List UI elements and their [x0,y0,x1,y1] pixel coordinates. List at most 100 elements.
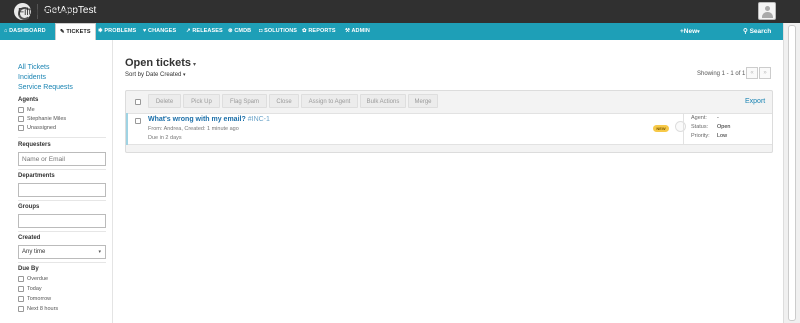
due-option-overdue[interactable]: Overdue [18,276,48,282]
bulk-actions-button[interactable]: Bulk Actions [360,94,406,108]
checkbox[interactable] [18,116,24,122]
divider [18,231,106,232]
status-label: Status: [691,124,709,130]
scrollbar-thumb[interactable] [788,25,796,321]
filter-title: Filter Tickets [18,7,75,18]
nav-cmdb[interactable]: ⊛ CMDB [228,23,251,40]
nav-reports[interactable]: ✿ REPORTS [302,23,336,40]
nav-label: CHANGES [148,28,177,34]
new-button[interactable]: +New▾ [680,23,700,40]
agent-option-unassigned[interactable]: Unassigned [18,125,56,131]
nav-changes[interactable]: ♥ CHANGES [143,23,176,40]
requesters-input[interactable] [18,152,106,166]
link-all-tickets[interactable]: All Tickets [18,64,50,71]
admin-icon: ⚒ [345,28,351,34]
pick-up-button[interactable]: Pick Up [183,94,220,108]
status-badge: NEW [653,125,669,132]
checkbox[interactable] [18,125,24,131]
agent-option-stephanie[interactable]: Stephanie Miles [18,116,66,122]
nav-problems[interactable]: ✱ PROBLEMS [98,23,136,40]
search-icon: ⚲ [743,28,748,35]
nav-solutions[interactable]: ◘ SOLUTIONS [259,23,297,40]
divider [18,200,106,201]
export-link[interactable]: Export [745,98,765,105]
pagination-summary: Showing 1 - 1 of 1 [697,71,746,77]
search-button[interactable]: ⚲ Search [743,23,771,40]
due-option-today[interactable]: Today [18,286,42,292]
assign-to-agent-button[interactable]: Assign to Agent [301,94,358,108]
checkbox[interactable] [18,306,24,312]
flag-spam-button[interactable]: Flag Spam [222,94,267,108]
nav-label: SOLUTIONS [264,28,298,34]
ticket-meta: From: Andrea, Created: 1 minute ago [148,126,239,132]
agent-label: Agent: [691,115,707,121]
nav-dashboard[interactable]: ⌂ DASHBOARD [4,23,46,40]
groups-heading: Groups [18,204,40,210]
priority-value[interactable]: Low [717,133,727,139]
chevron-down-icon: ▾ [98,249,101,255]
nav-label: RELEASES [192,28,223,34]
option-label: Overdue [27,276,49,282]
option-label: Next 8 hours [27,306,59,312]
departments-input[interactable] [18,183,106,197]
ticket-subject: What's wrong with my email? [148,116,246,123]
created-heading: Created [18,235,41,241]
next-page-button[interactable]: » [759,67,771,79]
top-bar: GetAppTest [0,0,800,23]
due-option-tomorrow[interactable]: Tomorrow [18,296,51,302]
chevron-down-icon: ▾ [183,72,186,78]
rocket-icon: ↗ [186,28,191,34]
ticket-title-link[interactable]: What's wrong with my email? #INC-1 [148,116,270,123]
divider [18,169,106,170]
divider [18,137,106,138]
sort-label: Sort by Date Created [125,72,182,78]
view-title[interactable]: Open tickets ▾ [125,57,196,69]
ticket-checkbox[interactable] [135,118,141,124]
departments-heading: Departments [18,173,55,179]
bulb-icon: ◘ [259,28,263,34]
merge-button[interactable]: Merge [408,94,438,108]
divider [18,262,106,263]
sort-dropdown[interactable]: Sort by Date Created ▾ [125,72,186,78]
reports-icon: ✿ [302,28,307,34]
checkbox[interactable] [18,107,24,113]
option-label: Me [27,107,35,113]
nav-tickets[interactable]: ✎ TICKETS [55,23,96,40]
checkbox[interactable] [18,276,24,282]
link-incidents[interactable]: Incidents [18,74,46,81]
home-icon: ⌂ [4,28,8,34]
option-label: Stephanie Miles [27,116,67,122]
delete-button[interactable]: Delete [148,94,181,108]
checkbox[interactable] [18,286,24,292]
nav-label: DASHBOARD [9,28,46,34]
nav-label: TICKETS [66,29,91,35]
cmdb-icon: ⊛ [228,28,233,34]
agent-value[interactable]: - [717,115,719,121]
nav-releases[interactable]: ↗ RELEASES [186,23,223,40]
chevron-down-icon: ▾ [193,62,197,68]
checkbox[interactable] [18,296,24,302]
option-label: Unassigned [27,125,57,131]
created-select[interactable]: Any time ▾ [18,245,106,259]
groups-input[interactable] [18,214,106,228]
avatar-icon [765,6,770,11]
prev-page-button[interactable]: « [746,67,758,79]
agent-option-me[interactable]: Me [18,107,35,113]
agent-avatar[interactable] [675,121,686,132]
nav-label: REPORTS [308,28,336,34]
select-all-checkbox[interactable] [135,99,141,105]
view-title-text: Open tickets [125,57,192,69]
change-icon: ♥ [143,28,147,34]
user-avatar[interactable] [758,2,776,20]
status-value[interactable]: Open [717,124,730,130]
created-value: Any time [22,249,46,255]
page-scrollbar[interactable] [783,23,800,323]
divider [683,114,684,144]
link-service-requests[interactable]: Service Requests [18,84,73,91]
due-option-next-8-hours[interactable]: Next 8 hours [18,306,58,312]
close-button[interactable]: Close [269,94,299,108]
avatar-body [762,12,773,18]
nav-admin[interactable]: ⚒ ADMIN [345,23,370,40]
requesters-heading: Requesters [18,142,51,148]
ticket-id: #INC-1 [247,116,270,123]
